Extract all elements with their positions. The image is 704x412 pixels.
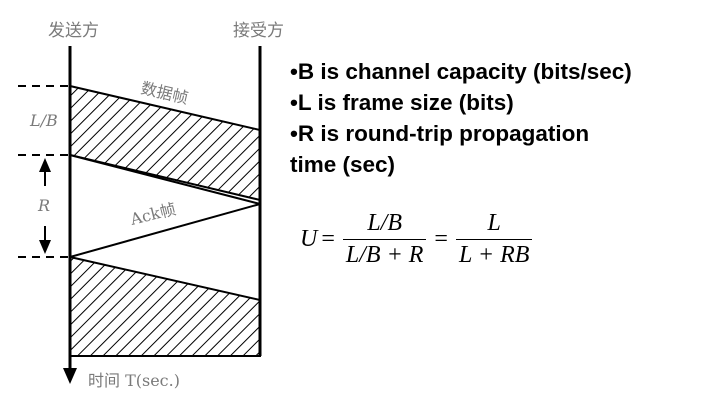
data-frame-2	[69, 255, 261, 357]
stop-and-wait-diagram: 发送方 接受方 数据帧 Ack帧 L/B R 时间 T(sec.)	[18, 21, 284, 390]
transmit-time-label: L/B	[29, 111, 58, 130]
definitions-list: •B is channel capacity (bits/sec) •L is …	[290, 56, 700, 180]
bullet-r: •R is round-trip propagation	[290, 121, 590, 146]
bullet-r-continued: time (sec)	[290, 152, 396, 177]
fraction-1-denominator: L/B + R	[342, 239, 427, 269]
fraction-2-denominator: L + RB	[455, 239, 533, 269]
fraction-1-numerator: L/B	[367, 210, 402, 236]
bullet-b: •B is channel capacity (bits/sec)	[290, 59, 632, 84]
rtt-label: R	[37, 196, 50, 215]
formula-lhs: U	[300, 226, 318, 252]
receiver-label: 接受方	[233, 21, 284, 41]
ack-frame-label: Ack帧	[127, 199, 177, 229]
formula-equals-2: =	[434, 226, 448, 252]
utilization-formula: U = L/B L/B + R = L L + RB	[300, 210, 536, 269]
formula-fraction-1: L/B L/B + R	[342, 210, 427, 269]
time-axis-arrowhead	[63, 368, 77, 384]
formula-equals: =	[321, 226, 335, 252]
formula-fraction-2: L L + RB	[455, 210, 533, 269]
bullet-l: •L is frame size (bits)	[290, 90, 514, 115]
fraction-2-numerator: L	[487, 210, 501, 236]
sender-label: 发送方	[48, 21, 99, 41]
time-axis-label: 时间 T(sec.)	[88, 371, 180, 390]
